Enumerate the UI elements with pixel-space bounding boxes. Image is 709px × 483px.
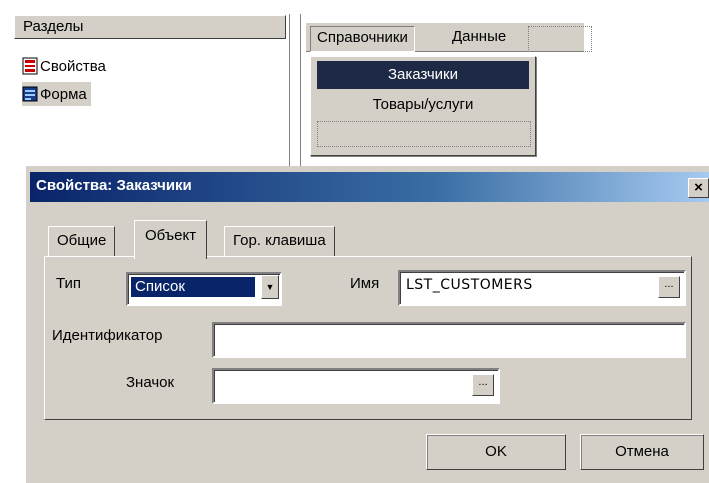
name-field-value: LST_CUSTOMERS [406,277,533,293]
chevron-down-icon[interactable]: ▼ [261,275,279,299]
form-icon [22,86,38,102]
menu-empty-slot[interactable] [528,26,592,52]
reference-books-dropdown: Заказчики Товары/услуги [310,56,536,156]
icon-label: Значок [126,374,175,391]
dialog-title-bar[interactable]: Свойства: Заказчики [30,172,709,202]
ok-button[interactable]: OK [426,434,566,470]
menu-item-data[interactable]: Данные [446,26,512,50]
icon-field[interactable]: ... [212,368,500,404]
cancel-button[interactable]: Отмена [580,434,704,470]
tree-item-properties[interactable]: Свойства [22,54,110,78]
dropdown-item-goods-services[interactable]: Товары/услуги [317,91,529,119]
properties-icon [22,57,38,75]
name-browse-button[interactable]: ... [658,276,680,298]
dropdown-item-customers[interactable]: Заказчики [317,61,529,89]
type-label: Тип [56,275,82,292]
dropdown-empty-slot[interactable] [317,121,531,147]
form-menu-bar: Справочники Данные [306,22,592,52]
icon-browse-button[interactable]: ... [472,374,494,396]
close-icon[interactable]: × [688,178,709,198]
dialog-title: Свойства: Заказчики [36,177,192,194]
tab-object[interactable]: Объект [134,220,208,259]
type-select-value: Список [131,277,255,297]
identifier-label: Идентификатор [52,327,163,344]
type-select[interactable]: Список ▼ [126,272,282,306]
name-label: Имя [350,275,380,292]
tree-item-form[interactable]: Форма [22,82,91,106]
tab-hotkey[interactable]: Гор. клавиша [224,226,335,257]
sections-header[interactable]: Разделы [14,15,286,39]
tab-general[interactable]: Общие [48,226,116,257]
identifier-field[interactable] [212,322,686,358]
name-field[interactable]: LST_CUSTOMERS ... [398,270,686,306]
menu-item-reference-books[interactable]: Справочники [310,26,415,52]
